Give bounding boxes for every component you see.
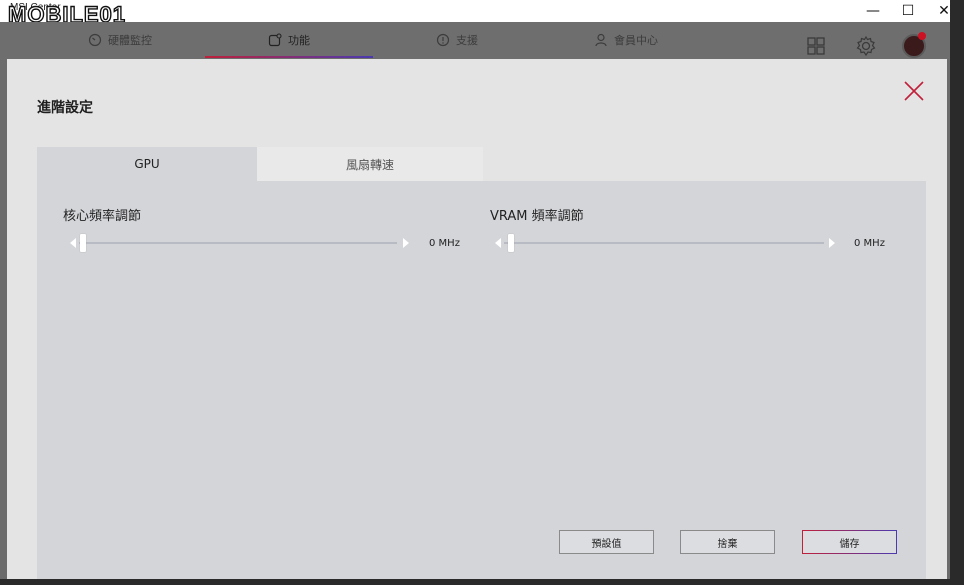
nav-item-member[interactable]: 會員中心 [594,22,658,58]
vram-clock-value: 0 MHz [854,238,885,249]
vram-clock-decrease-icon[interactable] [495,238,501,248]
core-clock-track[interactable] [79,242,397,244]
feature-icon [268,33,282,47]
maximize-button[interactable]: ☐ [893,0,923,22]
vram-clock-increase-icon[interactable] [829,238,835,248]
window-edge-bottom [0,579,964,585]
vram-clock-track[interactable] [504,242,824,244]
core-clock-decrease-icon[interactable] [70,238,76,248]
vram-clock-label: VRAM 頻率調節 [490,209,584,224]
core-clock-value: 0 MHz [429,238,460,249]
window-edge-right [950,0,964,585]
save-button[interactable]: 儲存 [802,530,897,554]
nav-label: 硬體監控 [108,34,152,47]
app-window: MSI Center MOBILE01 — ☐ ✕ 硬體監控 功能 支援 會員中… [0,0,964,585]
close-icon[interactable] [902,79,926,103]
grid-apps-icon[interactable] [804,34,828,58]
gauge-icon [88,33,102,47]
nav-label: 功能 [288,34,310,47]
discard-button[interactable]: 捨棄 [680,530,775,554]
minimize-button[interactable]: — [858,0,888,22]
nav-label: 支援 [456,34,478,47]
gpu-panel: 核心頻率調節 0 MHz VRAM 頻率調節 0 MHz [37,181,926,579]
advanced-settings-modal: 進階設定 GPU 風扇轉速 核心頻率調節 0 MHz VRAM 頻率調節 0 M… [7,59,947,579]
active-nav-indicator [205,56,373,58]
user-icon [595,33,607,47]
nav-item-features[interactable]: 功能 [268,22,310,58]
nav-item-hardware-monitor[interactable]: 硬體監控 [88,22,152,58]
nav-item-support[interactable]: 支援 [436,22,478,58]
default-button[interactable]: 預設值 [559,530,654,554]
settings-gear-icon[interactable] [854,34,878,58]
vram-clock-thumb[interactable] [508,234,514,252]
nav-label: 會員中心 [614,34,658,47]
core-clock-increase-icon[interactable] [403,238,409,248]
core-clock-label: 核心頻率調節 [63,209,142,224]
titlebar: MSI Center MOBILE01 — ☐ ✕ [0,0,964,26]
notification-dot [918,32,926,40]
core-clock-thumb[interactable] [80,234,86,252]
support-chat-icon [436,33,450,47]
modal-title: 進階設定 [37,100,93,116]
tab-gpu[interactable]: GPU [37,147,257,181]
tab-fan-speed[interactable]: 風扇轉速 [257,147,483,181]
